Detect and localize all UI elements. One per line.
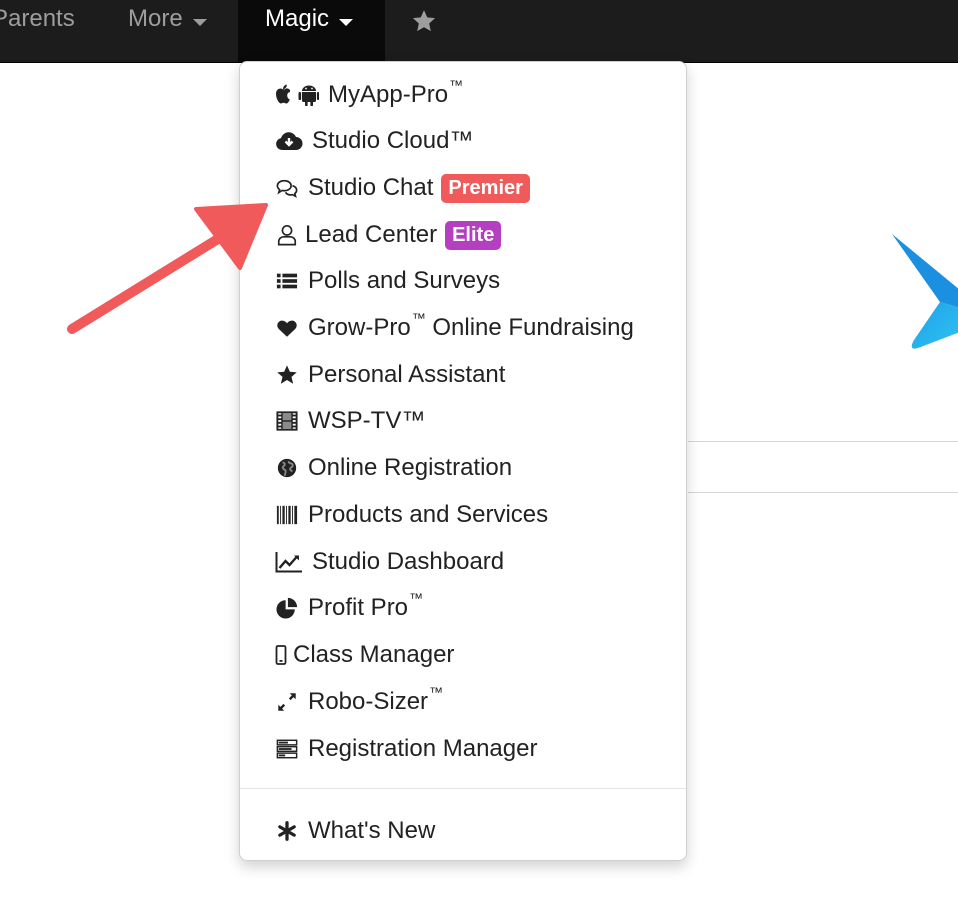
menu-item-label: Products and Services [308, 501, 549, 528]
menu-item-grow-pro[interactable]: Grow-Pro ™ Online Fundraising [240, 305, 686, 351]
pie-chart-icon [275, 596, 299, 620]
premier-badge: Premier [441, 173, 530, 203]
menu-item-studio-chat[interactable]: Studio Chat Premier [240, 165, 686, 211]
menu-item-label: WSP-TV™ [308, 407, 426, 434]
trademark-mark: ™ [411, 310, 426, 326]
elite-badge: Elite [445, 220, 502, 250]
comments-icon [275, 176, 299, 200]
magic-dropdown-menu: MyApp-Pro ™ Studio Cloud™ Studio Chat Pre… [239, 61, 687, 861]
menu-divider [240, 788, 686, 789]
content-divider [688, 441, 958, 442]
globe-icon [275, 456, 299, 480]
menu-item-label: Studio Cloud™ [312, 127, 474, 154]
menu-item-label: Studio Dashboard [312, 548, 505, 575]
trademark-mark: ™ [429, 684, 444, 700]
list-icon [275, 269, 299, 293]
mobile-icon [275, 643, 287, 667]
user-outline-icon [275, 223, 299, 247]
nav-more-label: More [128, 5, 183, 32]
menu-item-wsp-tv[interactable]: WSP-TV™ [240, 398, 686, 444]
logo-fragment [892, 234, 958, 349]
expand-icon [275, 690, 299, 714]
menu-item-label: Profit Pro [308, 594, 409, 621]
menu-item-label: Grow-Pro [308, 314, 411, 341]
menu-item-label: What's New [308, 817, 436, 844]
barcode-icon [275, 503, 299, 527]
menu-item-profit-pro[interactable]: Profit Pro ™ [240, 585, 686, 631]
star-icon [412, 10, 436, 32]
top-navbar: Parents More Magic [0, 0, 958, 63]
trademark-mark: ™ [409, 590, 424, 606]
menu-item-polls-surveys[interactable]: Polls and Surveys [240, 258, 686, 304]
menu-item-studio-dashboard[interactable]: Studio Dashboard [240, 539, 686, 585]
nav-magic-label: Magic [265, 5, 330, 32]
star-icon [275, 363, 299, 387]
nav-more-dropdown[interactable]: More [128, 0, 207, 62]
line-chart-icon [275, 550, 303, 574]
tasks-icon [275, 737, 299, 761]
trademark-mark: ™ [449, 77, 464, 93]
menu-item-products-services[interactable]: Products and Services [240, 492, 686, 538]
menu-item-whats-new[interactable]: What's New [240, 808, 686, 854]
film-icon [275, 409, 299, 433]
menu-item-class-manager[interactable]: Class Manager [240, 632, 686, 678]
menu-item-label: Personal Assistant [308, 361, 506, 388]
menu-item-robo-sizer[interactable]: Robo-Sizer ™ [240, 679, 686, 725]
content-divider [688, 492, 958, 493]
menu-item-personal-assistant[interactable]: Personal Assistant [240, 352, 686, 398]
menu-item-label: Online Registration [308, 454, 513, 481]
apple-android-icon [275, 83, 319, 107]
asterisk-icon [275, 819, 299, 843]
nav-magic-dropdown[interactable]: Magic [238, 0, 385, 62]
nav-parents-label: Parents [0, 5, 75, 32]
menu-item-label: Class Manager [293, 641, 455, 668]
menu-item-registration-manager[interactable]: Registration Manager [240, 726, 686, 772]
nav-parents[interactable]: Parents [0, 0, 75, 62]
menu-item-studio-cloud[interactable]: Studio Cloud™ [240, 118, 686, 164]
menu-item-label-suffix: Online Fundraising [425, 314, 634, 341]
menu-item-label: MyApp-Pro [328, 81, 449, 108]
menu-item-online-registration[interactable]: Online Registration [240, 445, 686, 491]
menu-item-label: Polls and Surveys [308, 267, 501, 294]
chevron-down-icon [339, 19, 354, 26]
menu-item-label: Studio Chat [308, 174, 434, 201]
nav-favorites[interactable] [411, 0, 437, 62]
menu-item-label: Robo-Sizer [308, 688, 429, 715]
menu-item-label: Lead Center [305, 221, 438, 248]
chevron-down-icon [192, 19, 207, 26]
menu-item-lead-center[interactable]: Lead Center Elite [240, 212, 686, 258]
menu-item-label: Registration Manager [308, 735, 538, 762]
heart-icon [275, 316, 299, 340]
cloud-download-icon [275, 129, 303, 153]
menu-item-myapp-pro[interactable]: MyApp-Pro ™ [240, 72, 686, 118]
